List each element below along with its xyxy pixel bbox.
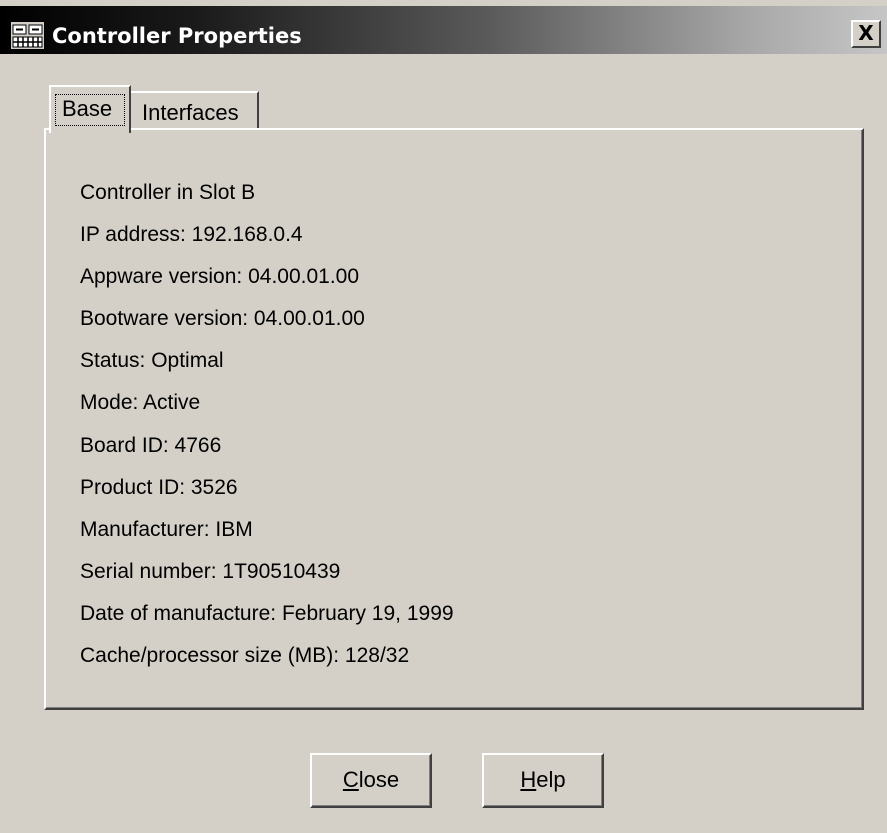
help-button-label: elp (536, 767, 566, 792)
close-button-mnemonic: C (342, 767, 359, 792)
close-button[interactable]: Close (310, 753, 432, 808)
property-product-id: Product ID: 3526 (80, 475, 238, 499)
base-tab-panel: Controller in Slot B IP address: 192.168… (44, 128, 864, 710)
controller-grid-icon (10, 21, 45, 50)
tab-base[interactable]: Base (49, 85, 131, 133)
property-status: Status: Optimal (80, 349, 224, 373)
property-ip-address: IP address: 192.168.0.4 (80, 223, 303, 247)
close-icon: X (858, 21, 874, 45)
help-button-mnemonic: H (520, 767, 537, 792)
close-window-button[interactable]: X (851, 20, 881, 48)
property-serial-number: Serial number: 1T90510439 (80, 559, 341, 583)
tab-base-label: Base (62, 96, 113, 121)
controller-properties-dialog: Controller Properties X Base Interfaces … (0, 0, 887, 833)
tab-interfaces[interactable]: Interfaces (131, 91, 259, 129)
close-button-label: lose (358, 767, 400, 792)
tab-interfaces-label: Interfaces (142, 100, 239, 125)
property-list: Controller in Slot B IP address: 192.168… (80, 181, 454, 687)
window-title: Controller Properties (52, 24, 302, 48)
title-bar[interactable]: Controller Properties X (0, 6, 887, 54)
property-board-id: Board ID: 4766 (80, 433, 222, 457)
property-cache-processor-size: Cache/processor size (MB): 128/32 (80, 644, 410, 668)
property-manufacturer: Manufacturer: IBM (80, 517, 253, 541)
property-date-of-manufacture: Date of manufacture: February 19, 1999 (80, 601, 454, 625)
property-controller-slot: Controller in Slot B (80, 181, 256, 204)
help-button[interactable]: Help (482, 753, 604, 808)
property-bootware-version: Bootware version: 04.00.01.00 (80, 307, 365, 331)
property-appware-version: Appware version: 04.00.01.00 (80, 265, 360, 289)
property-mode: Mode: Active (80, 391, 201, 415)
